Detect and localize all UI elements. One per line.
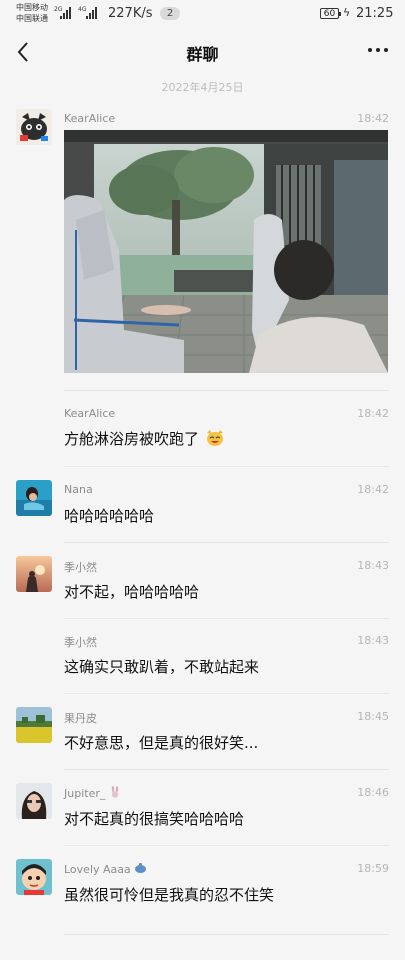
message-time: 18:42 [357,407,389,420]
message-divider [64,769,389,770]
message-text: 虽然很可怜但是我真的忍不住笑 [64,886,275,904]
message-text: 对不起真的很搞笑哈哈哈哈 [64,810,245,828]
more-dot-icon [376,48,380,52]
message-divider [64,845,389,846]
message-time: 18:43 [357,634,389,647]
more-button[interactable] [365,40,391,60]
avatar[interactable] [16,480,52,516]
more-dot-icon [368,48,372,52]
message-text: 这确实只敢趴着，不敢站起来 [64,658,260,676]
sender-name[interactable]: Lovely Aaaa [64,862,147,876]
sender-name[interactable]: 季小然 [64,559,97,575]
avatar[interactable] [16,783,52,819]
sender-name-text: Jupiter_ [64,787,106,800]
message-divider [64,542,389,543]
avatar[interactable] [16,707,52,743]
carrier-2: 中国联通 [16,14,48,23]
message-time: 18:59 [357,862,389,875]
chat-header: 群聊 [0,28,405,76]
message-photo[interactable] [64,130,388,373]
message-divider [64,693,389,694]
pot-icon [135,863,147,873]
message-divider [64,390,389,391]
carrier-1: 中国移动 [16,3,48,12]
avatar[interactable] [16,859,52,895]
message-text: 不好意思，但是真的很好笑... [64,734,259,752]
avatar-portrait-icon [16,783,52,819]
avatar[interactable] [16,109,52,145]
avatar-sunset-icon [16,556,52,592]
avatar-field-icon [16,707,52,743]
signal-icon [60,7,71,19]
carrier-names: 中国移动 中国联通 [16,2,48,24]
signal-icon-2 [86,7,97,19]
message-text-content: 方舱淋浴房被吹跑了 [64,430,200,448]
battery-icon: 60 [320,8,341,19]
avatar-cat-icon [16,109,52,145]
charging-icon: ϟ [343,6,351,19]
avatar-swimmer-icon [16,480,52,516]
message-time: 18:42 [357,483,389,496]
sender-name[interactable]: 果丹皮 [64,710,97,726]
message-text: 对不起，哈哈哈哈哈 [64,583,200,601]
notification-badge: 2 [160,7,180,20]
sender-name[interactable]: KearAlice [64,112,115,125]
message-time: 18:43 [357,559,389,572]
network-speed: 227K/s [108,6,153,21]
message-time: 18:45 [357,710,389,723]
cat-face-icon [206,430,223,446]
more-dot-icon [384,48,388,52]
sender-name[interactable]: Jupiter_ [64,786,121,800]
sender-name[interactable]: 季小然 [64,634,97,650]
page-title: 群聊 [186,45,219,64]
message-divider [64,934,389,935]
sender-name[interactable]: KearAlice [64,407,115,420]
status-bar: 中国移动 中国联通 2G 4G 227K/s 2 60 ϟ 21:25 [0,0,405,28]
message-time: 18:46 [357,786,389,799]
avatar-cartoon-icon [16,859,52,895]
avatar[interactable] [16,556,52,592]
sender-name-text: Lovely Aaaa [64,863,131,876]
date-separator: 2022年4月25日 [161,81,244,94]
sender-name[interactable]: Nana [64,483,93,496]
message-text: 方舱淋浴房被吹跑了 [64,428,225,449]
message-text: 哈哈哈哈哈哈 [64,507,155,525]
message-time: 18:42 [357,112,389,125]
rabbit-icon [111,786,119,798]
message-divider [64,466,389,467]
message-divider [64,618,389,619]
status-time: 21:25 [356,6,394,21]
photo-image [64,130,388,373]
